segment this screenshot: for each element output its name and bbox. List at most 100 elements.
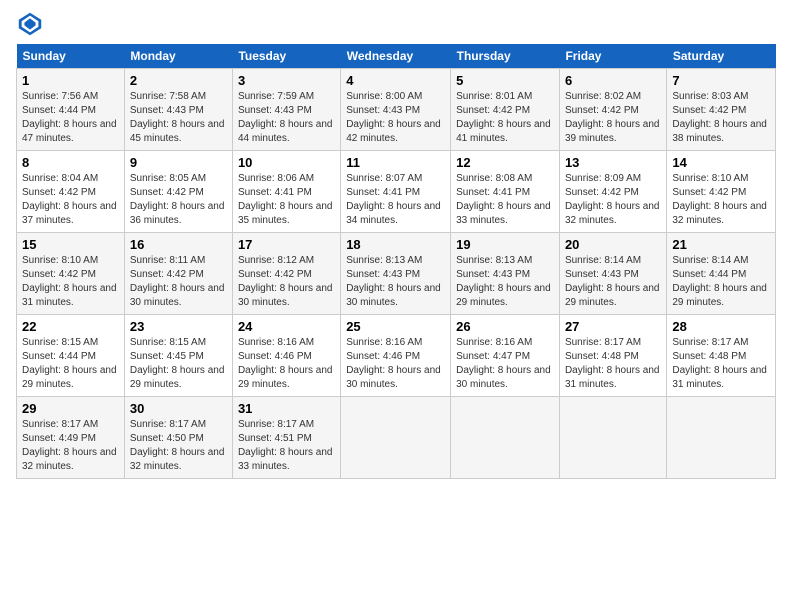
day-info: Sunrise: 8:17 AM Sunset: 4:49 PM Dayligh…	[22, 418, 119, 474]
day-number: 23	[130, 319, 227, 334]
empty-cell	[559, 397, 666, 479]
day-cell-9: 9Sunrise: 8:05 AM Sunset: 4:42 PM Daylig…	[124, 151, 232, 233]
day-cell-12: 12 Sunrise: 8:08 AM Sunset: 4:41 PM Dayli…	[451, 151, 560, 233]
empty-cell	[451, 397, 560, 479]
day-info: Sunrise: 8:09 AM Sunset: 4:42 PM Dayligh…	[565, 172, 661, 228]
day-cell-25: 25Sunrise: 8:16 AM Sunset: 4:46 PM Dayli…	[341, 315, 451, 397]
day-info: Sunrise: 8:11 AM Sunset: 4:42 PM Dayligh…	[130, 254, 227, 310]
day-cell-2: 2 Sunrise: 7:58 AM Sunset: 4:43 PM Daylig…	[124, 69, 232, 151]
day-info: Sunrise: 8:17 AM Sunset: 4:51 PM Dayligh…	[238, 418, 335, 474]
day-cell-24: 24 Sunrise: 8:16 AM Sunset: 4:46 PM Dayli…	[232, 315, 340, 397]
day-cell-26: 26 Sunrise: 8:16 AM Sunset: 4:47 PM Dayli…	[451, 315, 560, 397]
day-cell-17: 17 Sunrise: 8:12 AM Sunset: 4:42 PM Dayli…	[232, 233, 340, 315]
day-info: Sunrise: 8:00 AM Sunset: 4:43 PM Dayligh…	[346, 90, 445, 146]
day-info: Sunrise: 8:15 AM Sunset: 4:45 PM Dayligh…	[130, 336, 227, 392]
day-number: 1	[22, 73, 119, 88]
day-info: Sunrise: 8:10 AM Sunset: 4:42 PM Dayligh…	[672, 172, 770, 228]
day-number: 6	[565, 73, 661, 88]
page-container: SundayMondayTuesdayWednesdayThursdayFrid…	[0, 0, 792, 489]
day-info: Sunrise: 8:17 AM Sunset: 4:48 PM Dayligh…	[565, 336, 661, 392]
day-info: Sunrise: 8:04 AM Sunset: 4:42 PM Dayligh…	[22, 172, 119, 228]
day-cell-4: 4 Sunrise: 8:00 AM Sunset: 4:43 PM Daylig…	[341, 69, 451, 151]
day-info: Sunrise: 7:58 AM Sunset: 4:43 PM Dayligh…	[130, 90, 227, 146]
day-cell-20: 20Sunrise: 8:14 AM Sunset: 4:43 PM Dayli…	[559, 233, 666, 315]
col-header-saturday: Saturday	[667, 44, 776, 69]
day-cell-30: 30Sunrise: 8:17 AM Sunset: 4:50 PM Dayli…	[124, 397, 232, 479]
day-cell-1: 1Sunrise: 7:56 AM Sunset: 4:44 PM Daylig…	[17, 69, 125, 151]
day-number: 5	[456, 73, 554, 88]
day-cell-31: 31 Sunrise: 8:17 AM Sunset: 4:51 PM Dayli…	[232, 397, 340, 479]
day-number: 13	[565, 155, 661, 170]
day-info: Sunrise: 8:12 AM Sunset: 4:42 PM Dayligh…	[238, 254, 335, 310]
empty-cell	[667, 397, 776, 479]
day-number: 18	[346, 237, 445, 252]
day-number: 29	[22, 401, 119, 416]
day-cell-10: 10 Sunrise: 8:06 AM Sunset: 4:41 PM Dayli…	[232, 151, 340, 233]
day-cell-15: 15 Sunrise: 8:10 AM Sunset: 4:42 PM Dayli…	[17, 233, 125, 315]
day-cell-22: 22Sunrise: 8:15 AM Sunset: 4:44 PM Dayli…	[17, 315, 125, 397]
day-info: Sunrise: 8:08 AM Sunset: 4:41 PM Dayligh…	[456, 172, 554, 228]
empty-cell	[341, 397, 451, 479]
day-info: Sunrise: 8:16 AM Sunset: 4:47 PM Dayligh…	[456, 336, 554, 392]
day-cell-29: 29 Sunrise: 8:17 AM Sunset: 4:49 PM Dayli…	[17, 397, 125, 479]
day-number: 2	[130, 73, 227, 88]
day-info: Sunrise: 8:17 AM Sunset: 4:50 PM Dayligh…	[130, 418, 227, 474]
day-number: 17	[238, 237, 335, 252]
day-number: 28	[672, 319, 770, 334]
day-number: 26	[456, 319, 554, 334]
col-header-friday: Friday	[559, 44, 666, 69]
day-info: Sunrise: 8:06 AM Sunset: 4:41 PM Dayligh…	[238, 172, 335, 228]
calendar-row-2: 8 Sunrise: 8:04 AM Sunset: 4:42 PM Daylig…	[17, 151, 776, 233]
day-cell-6: 6 Sunrise: 8:02 AM Sunset: 4:42 PM Daylig…	[559, 69, 666, 151]
day-number: 19	[456, 237, 554, 252]
day-number: 10	[238, 155, 335, 170]
day-number: 14	[672, 155, 770, 170]
day-number: 31	[238, 401, 335, 416]
header-row: SundayMondayTuesdayWednesdayThursdayFrid…	[17, 44, 776, 69]
day-number: 27	[565, 319, 661, 334]
day-number: 21	[672, 237, 770, 252]
day-cell-5: 5 Sunrise: 8:01 AM Sunset: 4:42 PM Daylig…	[451, 69, 560, 151]
day-number: 3	[238, 73, 335, 88]
calendar-table: SundayMondayTuesdayWednesdayThursdayFrid…	[16, 44, 776, 479]
day-number: 15	[22, 237, 119, 252]
day-info: Sunrise: 8:16 AM Sunset: 4:46 PM Dayligh…	[346, 336, 445, 392]
day-info: Sunrise: 8:10 AM Sunset: 4:42 PM Dayligh…	[22, 254, 119, 310]
day-number: 16	[130, 237, 227, 252]
col-header-tuesday: Tuesday	[232, 44, 340, 69]
day-info: Sunrise: 8:02 AM Sunset: 4:42 PM Dayligh…	[565, 90, 661, 146]
day-number: 12	[456, 155, 554, 170]
col-header-sunday: Sunday	[17, 44, 125, 69]
day-cell-28: 28 Sunrise: 8:17 AM Sunset: 4:48 PM Dayli…	[667, 315, 776, 397]
day-cell-13: 13 Sunrise: 8:09 AM Sunset: 4:42 PM Dayli…	[559, 151, 666, 233]
day-info: Sunrise: 8:13 AM Sunset: 4:43 PM Dayligh…	[456, 254, 554, 310]
day-info: Sunrise: 8:16 AM Sunset: 4:46 PM Dayligh…	[238, 336, 335, 392]
logo	[16, 10, 46, 38]
day-number: 4	[346, 73, 445, 88]
day-info: Sunrise: 8:13 AM Sunset: 4:43 PM Dayligh…	[346, 254, 445, 310]
header	[16, 10, 776, 38]
day-number: 24	[238, 319, 335, 334]
day-info: Sunrise: 8:17 AM Sunset: 4:48 PM Dayligh…	[672, 336, 770, 392]
day-cell-3: 3 Sunrise: 7:59 AM Sunset: 4:43 PM Daylig…	[232, 69, 340, 151]
logo-icon	[16, 10, 44, 38]
day-info: Sunrise: 8:01 AM Sunset: 4:42 PM Dayligh…	[456, 90, 554, 146]
calendar-row-5: 29 Sunrise: 8:17 AM Sunset: 4:49 PM Dayli…	[17, 397, 776, 479]
day-cell-18: 18 Sunrise: 8:13 AM Sunset: 4:43 PM Dayli…	[341, 233, 451, 315]
day-cell-7: 7Sunrise: 8:03 AM Sunset: 4:42 PM Daylig…	[667, 69, 776, 151]
calendar-row-1: 1Sunrise: 7:56 AM Sunset: 4:44 PM Daylig…	[17, 69, 776, 151]
day-cell-27: 27 Sunrise: 8:17 AM Sunset: 4:48 PM Dayli…	[559, 315, 666, 397]
day-info: Sunrise: 8:03 AM Sunset: 4:42 PM Dayligh…	[672, 90, 770, 146]
day-number: 9	[130, 155, 227, 170]
day-info: Sunrise: 7:59 AM Sunset: 4:43 PM Dayligh…	[238, 90, 335, 146]
day-cell-8: 8 Sunrise: 8:04 AM Sunset: 4:42 PM Daylig…	[17, 151, 125, 233]
col-header-monday: Monday	[124, 44, 232, 69]
calendar-row-4: 22Sunrise: 8:15 AM Sunset: 4:44 PM Dayli…	[17, 315, 776, 397]
day-cell-14: 14 Sunrise: 8:10 AM Sunset: 4:42 PM Dayli…	[667, 151, 776, 233]
day-cell-21: 21Sunrise: 8:14 AM Sunset: 4:44 PM Dayli…	[667, 233, 776, 315]
col-header-wednesday: Wednesday	[341, 44, 451, 69]
day-cell-19: 19 Sunrise: 8:13 AM Sunset: 4:43 PM Dayli…	[451, 233, 560, 315]
day-number: 8	[22, 155, 119, 170]
day-info: Sunrise: 8:07 AM Sunset: 4:41 PM Dayligh…	[346, 172, 445, 228]
day-info: Sunrise: 8:15 AM Sunset: 4:44 PM Dayligh…	[22, 336, 119, 392]
